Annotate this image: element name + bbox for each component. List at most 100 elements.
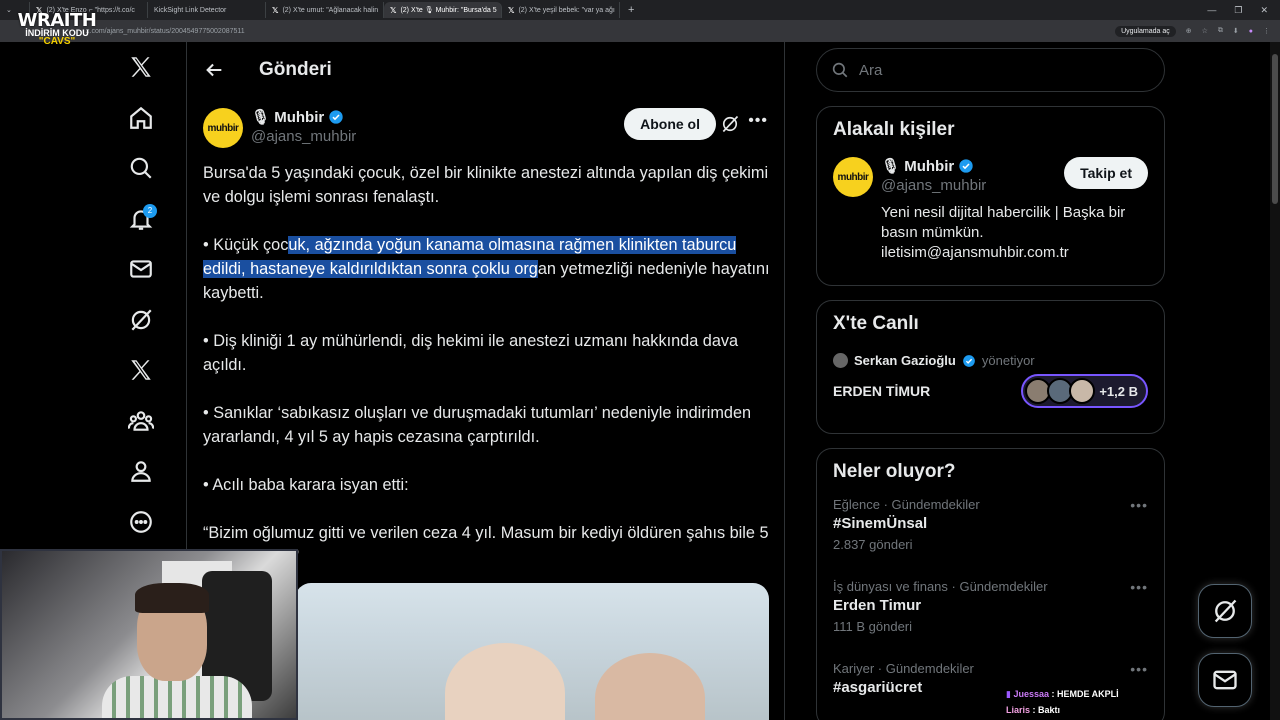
search-icon	[130, 157, 152, 179]
person-bio: Yeni nesil dijital habercilik | Başka bi…	[881, 204, 1126, 261]
webcam-person-hair	[135, 583, 209, 613]
downloads-icon[interactable]: ⬇	[1233, 27, 1239, 35]
back-arrow-icon[interactable]	[203, 59, 225, 81]
tweet-paragraph: • Küçük çocuk, ağzında yoğun kanama olma…	[203, 233, 773, 305]
person-icon	[131, 461, 151, 483]
tweet-author: muhbir 🎙 Muhbir @ajans_muhbir Abone ol •…	[203, 108, 768, 152]
grok-icon[interactable]	[720, 114, 740, 134]
profile-icon[interactable]: ●	[1249, 28, 1253, 35]
page-title: Gönderi	[259, 59, 332, 80]
browser-tab[interactable]: 𝕏(2) X'te yeşil bebek: "var ya ağı✕	[502, 2, 620, 18]
chat-text: : Baktı	[1032, 705, 1061, 715]
author-name-row[interactable]: 🎙 Muhbir	[251, 108, 356, 126]
tweet-text-segment: • Küçük çoc	[203, 236, 289, 254]
grok-floating-button[interactable]	[1198, 584, 1252, 638]
right-sidebar: Ara Alakalı kişiler muhbir 🎙 Muhbir @aja…	[816, 42, 1165, 720]
listeners-pill[interactable]: +1,2 B	[1021, 374, 1148, 408]
zoom-icon[interactable]: ⊕	[1186, 27, 1192, 35]
verified-badge-icon	[959, 159, 973, 173]
tab-label: (2) X'te yeşil bebek: "var ya ağı	[518, 6, 615, 14]
extensions-icon[interactable]: ⧉	[1218, 27, 1223, 35]
webcam-person-shirt	[102, 676, 252, 718]
url-field[interactable]: x.com/ajans_muhbir/status/20045497750020…	[86, 28, 1086, 35]
trend-category: Kariyer · Gündemdekiler	[833, 661, 974, 676]
tab-label: KickSight Link Detector	[154, 6, 227, 14]
chat-message: ▮ Juessaa : HEMDE AKPLİ	[1006, 686, 1119, 702]
tab-menu-icon[interactable]: ⌄	[6, 6, 12, 14]
subscribe-button[interactable]: Abone ol	[624, 108, 716, 140]
author-name[interactable]: 🎙 Muhbir	[251, 108, 324, 126]
trend-item[interactable]: İş dünyası ve finans · Gündemdekiler Erd…	[833, 579, 1148, 647]
tweet-paragraph: • Diş kliniği 1 ay mühürlendi, diş hekim…	[203, 332, 739, 374]
x-logo-icon: 𝕏	[390, 5, 397, 15]
related-people-card: Alakalı kişiler muhbir 🎙 Muhbir @ajans_m…	[816, 106, 1165, 286]
more-options-icon[interactable]: •••	[748, 112, 768, 130]
live-host-row[interactable]: Serkan Gazioğlu yönetiyor	[833, 353, 1148, 368]
chat-message: Liaris : Baktı	[1006, 702, 1119, 718]
x-logo-icon: 𝕏	[508, 5, 515, 15]
nav-more[interactable]	[110, 497, 172, 548]
nav-x-home-logo[interactable]	[110, 42, 172, 93]
more-options-icon[interactable]: •••	[1130, 497, 1148, 513]
trends-card: Neler oluyor? Eğlence · Gündemdekiler #S…	[816, 448, 1165, 720]
tweet-media-image[interactable]	[295, 583, 769, 720]
nav-home[interactable]	[110, 93, 172, 144]
search-input[interactable]: Ara	[816, 48, 1165, 92]
window-close-icon[interactable]: ✕	[1260, 5, 1268, 16]
card-title: X'te Canlı	[833, 313, 919, 334]
search-icon	[832, 62, 848, 78]
related-person[interactable]: muhbir 🎙 Muhbir @ajans_muhbir Takip et Y…	[833, 157, 1148, 261]
chat-user: Juessaa	[1013, 689, 1049, 699]
more-options-icon[interactable]: •••	[1130, 579, 1148, 595]
more-circle-icon	[130, 510, 152, 533]
nav-explore[interactable]	[110, 143, 172, 194]
nav-messages[interactable]	[110, 244, 172, 295]
more-options-icon[interactable]: •••	[1130, 661, 1148, 677]
chat-badge-icon: ▮	[1006, 689, 1011, 699]
bookmark-star-icon[interactable]: ☆	[1202, 27, 1208, 35]
author-handle[interactable]: @ajans_muhbir	[251, 128, 356, 145]
x-premium-icon	[131, 360, 151, 380]
tweet-text: Bursa'da 5 yaşındaki çocuk, özel bir kli…	[203, 161, 773, 593]
host-role: yönetiyor	[981, 353, 1035, 368]
browser-tab-active[interactable]: 𝕏(2) X'te 🎙 Muhbir: "Bursa'da 5✕	[384, 2, 502, 18]
live-space-row[interactable]: ERDEN TİMUR +1,2 B	[833, 374, 1148, 408]
webcam-overlay	[0, 549, 298, 720]
media-figure	[445, 643, 565, 720]
messages-floating-button[interactable]	[1198, 653, 1252, 707]
person-name[interactable]: 🎙 Muhbir	[881, 157, 954, 175]
browser-menu-icon[interactable]: ⋮	[1263, 27, 1270, 35]
notification-badge: 2	[143, 203, 157, 218]
browser-tab[interactable]: KickSight Link Detector	[148, 2, 266, 18]
person-name-row[interactable]: 🎙 Muhbir	[881, 157, 986, 175]
grok-icon	[1214, 599, 1237, 623]
card-title: Alakalı kişiler	[833, 119, 955, 140]
page-scrollbar[interactable]	[1270, 42, 1280, 720]
scrollbar-thumb[interactable]	[1272, 54, 1278, 204]
nav-profile[interactable]	[110, 446, 172, 497]
minimize-icon[interactable]: —	[1207, 5, 1216, 16]
person-handle[interactable]: @ajans_muhbir	[881, 177, 986, 194]
avatar[interactable]: muhbir	[203, 108, 243, 148]
nav-premium[interactable]	[110, 345, 172, 396]
chat-text: : HEMDE AKPLİ	[1051, 689, 1119, 699]
listener-avatar	[1069, 378, 1096, 404]
new-tab-button[interactable]: +	[620, 4, 642, 16]
communities-icon	[128, 411, 154, 431]
open-in-app-button[interactable]: Uygulamada aç	[1115, 25, 1176, 37]
trend-name: Erden Timur	[833, 597, 922, 614]
avatar[interactable]: muhbir	[833, 157, 873, 197]
tab-label: (2) X'te umut: "Ağlanacak halin	[282, 6, 379, 14]
tweet-paragraph: • Acılı baba karara isyan etti:	[203, 476, 409, 494]
trend-count: 111 B gönderi	[833, 619, 913, 634]
trend-item[interactable]: Eğlence · Gündemdekiler #SinemÜnsal 2.83…	[833, 497, 1148, 565]
nav-communities[interactable]	[110, 396, 172, 447]
maximize-icon[interactable]: ❐	[1234, 5, 1242, 16]
follow-button[interactable]: Takip et	[1064, 157, 1148, 189]
browser-tab[interactable]: 𝕏(2) X'te umut: "Ağlanacak halin✕	[266, 2, 384, 18]
x-logo-icon: 𝕏	[272, 5, 279, 15]
space-title: ERDEN TİMUR	[833, 383, 931, 399]
nav-grok[interactable]	[110, 295, 172, 346]
host-name: Serkan Gazioğlu	[854, 353, 956, 368]
nav-notifications[interactable]: 2	[110, 194, 172, 245]
